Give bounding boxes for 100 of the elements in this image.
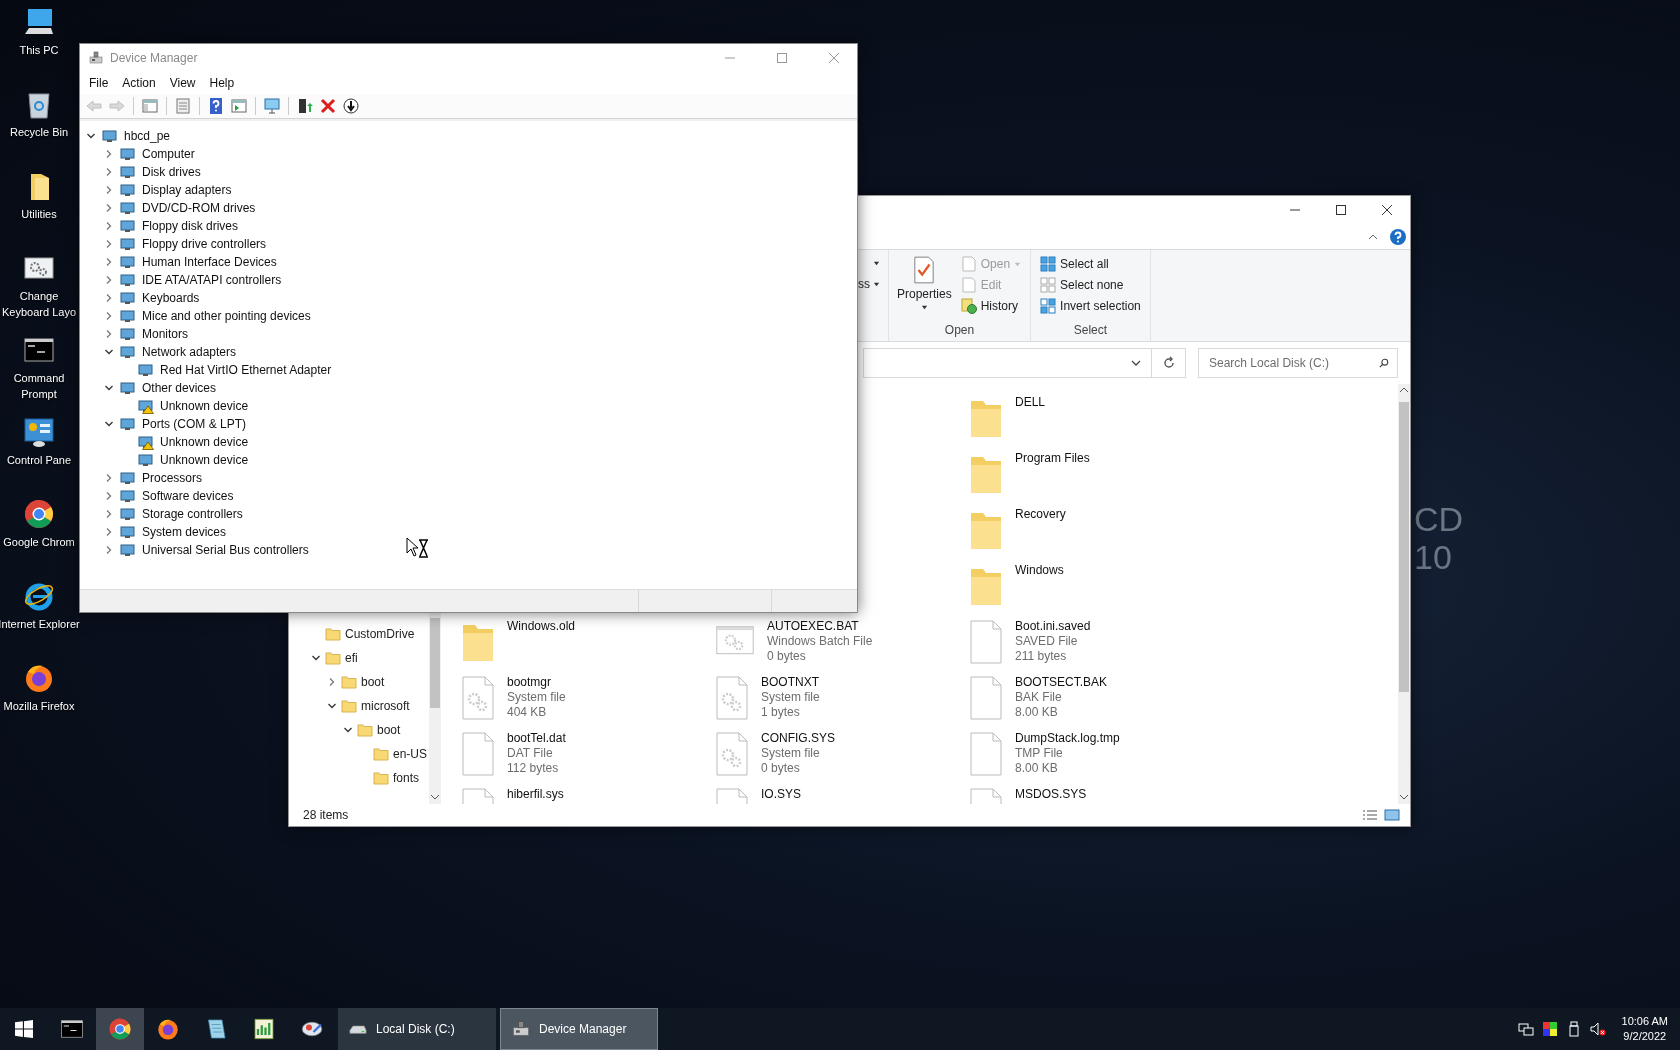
taskbar-window-button[interactable]: Device Manager [500, 1008, 658, 1050]
tree-item-label[interactable]: Software devices [142, 489, 234, 503]
ribbon-button[interactable]: ss [858, 277, 880, 291]
collapse-chevron-icon[interactable] [327, 701, 337, 711]
nav-tree-item[interactable]: boot [361, 675, 385, 689]
device-manager-icon[interactable] [511, 1019, 531, 1039]
tree-item-label[interactable]: Universal Serial Bus controllers [142, 543, 309, 557]
control-panel-icon[interactable] [23, 416, 55, 448]
desktop-icon-label[interactable]: Mozilla Firefox [3, 698, 75, 714]
expand-chevron-icon[interactable] [104, 545, 114, 555]
refresh-button[interactable] [1152, 348, 1186, 378]
properties-button[interactable]: Properties [895, 254, 954, 323]
tree-item-label[interactable]: System devices [142, 525, 227, 539]
menu-item[interactable]: Action [115, 76, 163, 90]
ribbon-button[interactable]: Invert selection [1037, 296, 1144, 316]
file-name[interactable]: MSDOS.SYS [1015, 787, 1087, 802]
ribbon-button[interactable]: Select all [1037, 254, 1144, 274]
chrome-icon[interactable] [108, 1017, 132, 1041]
expand-chevron-icon[interactable] [104, 203, 114, 213]
close-icon[interactable] [1382, 205, 1392, 215]
desktop-icon-label[interactable]: This PC [19, 42, 59, 58]
file-name[interactable]: DumpStack.log.tmp [1015, 731, 1120, 746]
expand-chevron-icon[interactable] [327, 677, 337, 687]
desktop-icon-label[interactable]: Google Chrom [3, 534, 75, 550]
collapse-chevron-icon[interactable] [104, 383, 114, 393]
taskbar-window-button[interactable]: Local Disk (C:) [338, 1008, 496, 1050]
scroll-down-icon[interactable] [1399, 792, 1409, 802]
clock-date[interactable]: 9/2/2022 [1623, 1029, 1667, 1044]
scroll-down-icon[interactable] [430, 792, 440, 802]
expand-chevron-icon[interactable] [104, 473, 114, 483]
tree-item-label[interactable]: Storage controllers [142, 507, 243, 521]
tree-item-label[interactable]: Unknown device [160, 435, 249, 449]
file-name[interactable]: bootmgr [507, 675, 566, 690]
start-windows-logo-icon[interactable] [15, 1020, 33, 1038]
tree-item-label[interactable]: Other devices [142, 381, 217, 395]
tree-item-label[interactable]: Disk drives [142, 165, 201, 179]
tree-item-label[interactable]: Display adapters [142, 183, 232, 197]
desktop-icon-label[interactable]: Utilities [21, 206, 57, 222]
tree-item-label[interactable]: Floppy drive controllers [142, 237, 267, 251]
expand-chevron-icon[interactable] [104, 257, 114, 267]
help-icon[interactable] [1390, 228, 1406, 245]
color-squares-icon[interactable] [1541, 1021, 1558, 1037]
file-name[interactable]: hiberfil.sys [507, 787, 564, 802]
window-icon[interactable] [231, 98, 247, 114]
menu-item[interactable]: File [82, 76, 116, 90]
desktop-icon-label[interactable]: Change Keyboard Layo [2, 288, 76, 320]
desktop-icon-label[interactable]: Control Pane [6, 452, 72, 468]
expand-chevron-icon[interactable] [104, 527, 114, 537]
desktop-icon-label[interactable]: Command Prompt [13, 370, 65, 402]
expand-chevron-icon[interactable] [104, 185, 114, 195]
expand-chevron-icon[interactable] [104, 167, 114, 177]
file-name[interactable]: Boot.ini.saved [1015, 619, 1091, 634]
menu-item[interactable]: Help [202, 76, 242, 90]
menu-item[interactable]: View [162, 76, 203, 90]
scrollbar[interactable] [1398, 384, 1410, 804]
desktop-icon-label[interactable]: Recycle Bin [9, 124, 69, 140]
file-name[interactable]: DELL [1015, 395, 1046, 410]
file-name[interactable]: Recovery [1015, 507, 1066, 522]
nav-tree-item[interactable]: efi [345, 651, 358, 665]
tree-item-label[interactable]: Keyboards [142, 291, 200, 305]
nav-tree-item[interactable]: CustomDrive [345, 627, 415, 641]
file-name[interactable]: CONFIG.SYS [761, 731, 835, 746]
expand-chevron-icon[interactable] [104, 293, 114, 303]
expand-chevron-icon[interactable] [104, 509, 114, 519]
device-manager-icon[interactable] [88, 50, 104, 66]
muted-speaker-icon[interactable] [1589, 1021, 1606, 1037]
nav-tree-item[interactable]: en-US [393, 747, 427, 761]
file-name[interactable]: BOOTNXT [761, 675, 820, 690]
file-name[interactable]: Windows.old [507, 619, 576, 634]
tree-item-label[interactable]: Unknown device [160, 399, 249, 413]
tree-item-label[interactable]: Mice and other pointing devices [142, 309, 311, 323]
expand-chevron-icon[interactable] [104, 491, 114, 501]
maximize-icon[interactable] [1336, 205, 1346, 215]
collapse-chevron-icon[interactable] [311, 653, 321, 663]
file-name[interactable]: AUTOEXEC.BAT [767, 619, 873, 634]
file-name[interactable]: Windows [1015, 563, 1064, 578]
tree-item-label[interactable]: IDE ATA/ATAPI controllers [142, 273, 282, 287]
search-icon[interactable] [1379, 358, 1389, 368]
network-icon[interactable] [1517, 1021, 1534, 1037]
monitor-icon[interactable] [264, 98, 280, 114]
up-arrow-icon[interactable] [297, 98, 313, 114]
collapse-chevron-icon[interactable] [104, 419, 114, 429]
tree-item-label[interactable]: Unknown device [160, 453, 249, 467]
file-name[interactable]: bootTel.dat [507, 731, 566, 746]
dropdown-chevron-icon[interactable] [1131, 358, 1141, 368]
tree-item-label[interactable]: Floppy disk drives [142, 219, 239, 233]
expand-chevron-icon[interactable] [104, 239, 114, 249]
ribbon-button[interactable]: Select none [1037, 275, 1144, 295]
tree-item-label[interactable]: Processors [142, 471, 203, 485]
tree-item-label[interactable]: Ports (COM & LPT) [142, 417, 246, 431]
ribbon-button[interactable]: History [957, 296, 1025, 316]
tree-item-label[interactable]: DVD/CD-ROM drives [142, 201, 256, 215]
tree-item-label[interactable]: hbcd_pe [124, 129, 171, 143]
help-icon[interactable] [208, 98, 224, 114]
tree-item-label[interactable]: Human Interface Devices [142, 255, 277, 269]
chrome-icon[interactable] [23, 498, 55, 530]
expand-chevron-icon[interactable] [104, 221, 114, 231]
expand-chevron-icon[interactable] [104, 311, 114, 321]
expand-chevron-icon[interactable] [104, 149, 114, 159]
collapse-chevron-icon[interactable] [86, 131, 96, 141]
